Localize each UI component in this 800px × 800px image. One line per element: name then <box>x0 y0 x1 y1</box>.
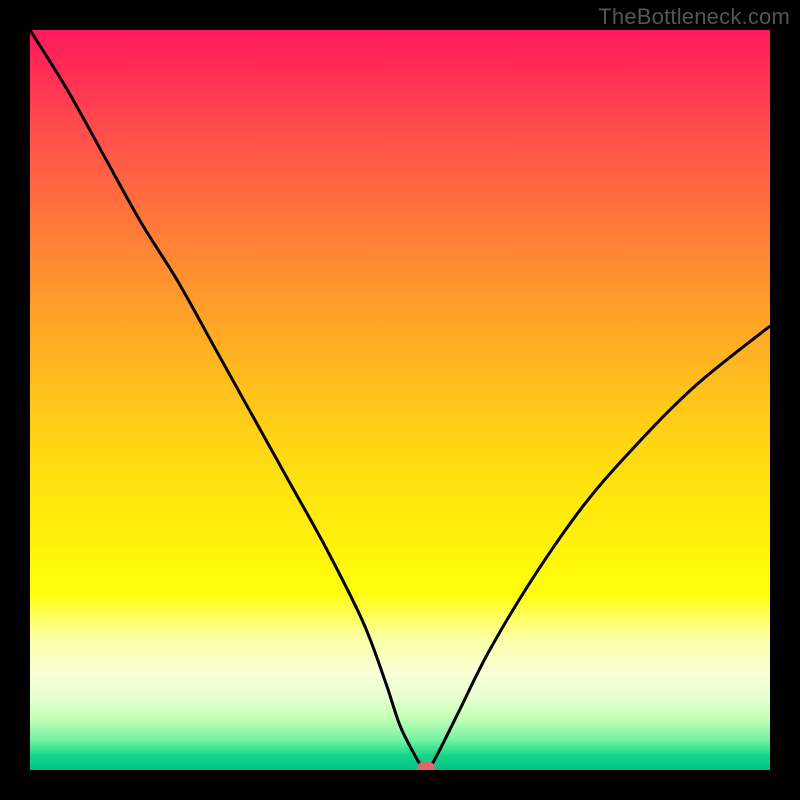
watermark-label: TheBottleneck.com <box>598 4 790 30</box>
bottleneck-min-marker <box>417 762 435 770</box>
bottleneck-curve-path <box>30 30 770 768</box>
chart-frame: TheBottleneck.com <box>0 0 800 800</box>
bottleneck-curve-svg <box>30 30 770 770</box>
plot-area <box>30 30 770 770</box>
